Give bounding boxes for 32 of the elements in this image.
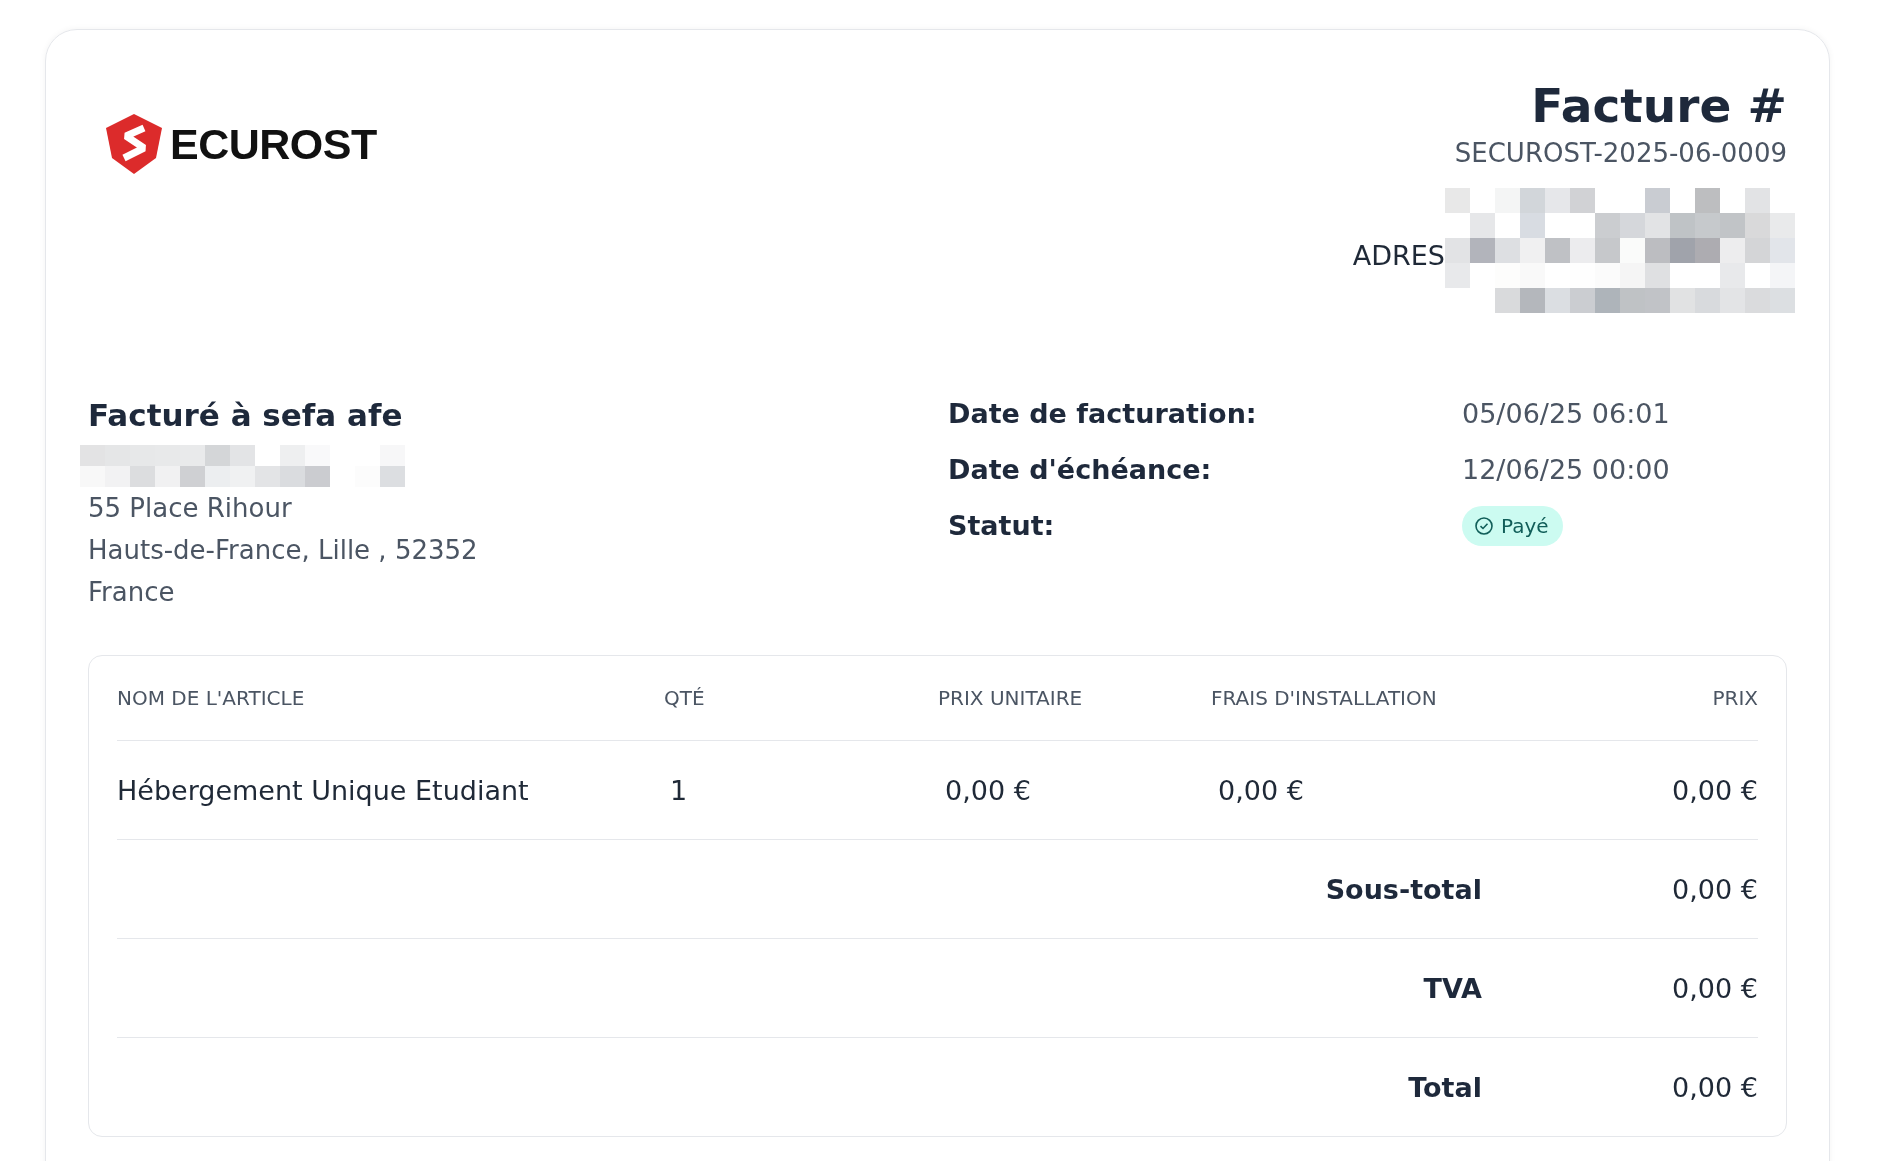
table-cell-text: 0,00 € <box>1217 774 1305 806</box>
address-line: France <box>88 576 176 610</box>
table-cell-text: 0,00 € <box>1671 774 1758 806</box>
address-line: 55 Place Rihour <box>88 492 293 526</box>
detail-label: Date d'échéance: <box>948 453 1213 488</box>
status-label: Statut: <box>948 509 1056 544</box>
column-header: QTÉ <box>664 686 706 711</box>
column-header: FRAIS D'INSTALLATION <box>1211 686 1438 711</box>
total-value: 0,00 € <box>1671 1071 1758 1103</box>
invoice-title: Facture # <box>1531 78 1787 135</box>
column-header: PRIX UNITAIRE <box>938 686 1084 711</box>
column-header: NOM DE L'ARTICLE <box>117 686 306 711</box>
total-label: Sous-total <box>1325 873 1482 905</box>
check-circle-icon <box>1474 516 1494 537</box>
column-header: PRIX <box>1711 686 1758 711</box>
invoice-number: SECUROST-2025-06-0009 <box>1454 138 1787 169</box>
detail-value: 12/06/25 00:00 <box>1462 453 1670 488</box>
table-cell-text: 1 <box>669 774 689 806</box>
shield-logo-icon <box>104 112 164 176</box>
total-value: 0,00 € <box>1671 873 1758 905</box>
brand-name: ECUROST <box>170 119 377 169</box>
detail-label: Date de facturation: <box>948 397 1258 432</box>
table-cell-text: Hébergement Unique Etudiant <box>117 774 530 806</box>
table-cell-text: 0,00 € <box>944 774 1032 806</box>
total-value: 0,00 € <box>1671 972 1758 1004</box>
detail-value: 05/06/25 06:01 <box>1462 397 1670 432</box>
billed-to-heading: Facturé à sefa afe <box>88 397 404 434</box>
address-line: Hauts-de-France, Lille , 52352 <box>88 534 479 568</box>
status-badge: Payé <box>1462 506 1563 547</box>
address-label: ADRES <box>1352 240 1445 272</box>
total-label: Total <box>1408 1071 1482 1103</box>
total-label: TVA <box>1423 972 1482 1004</box>
